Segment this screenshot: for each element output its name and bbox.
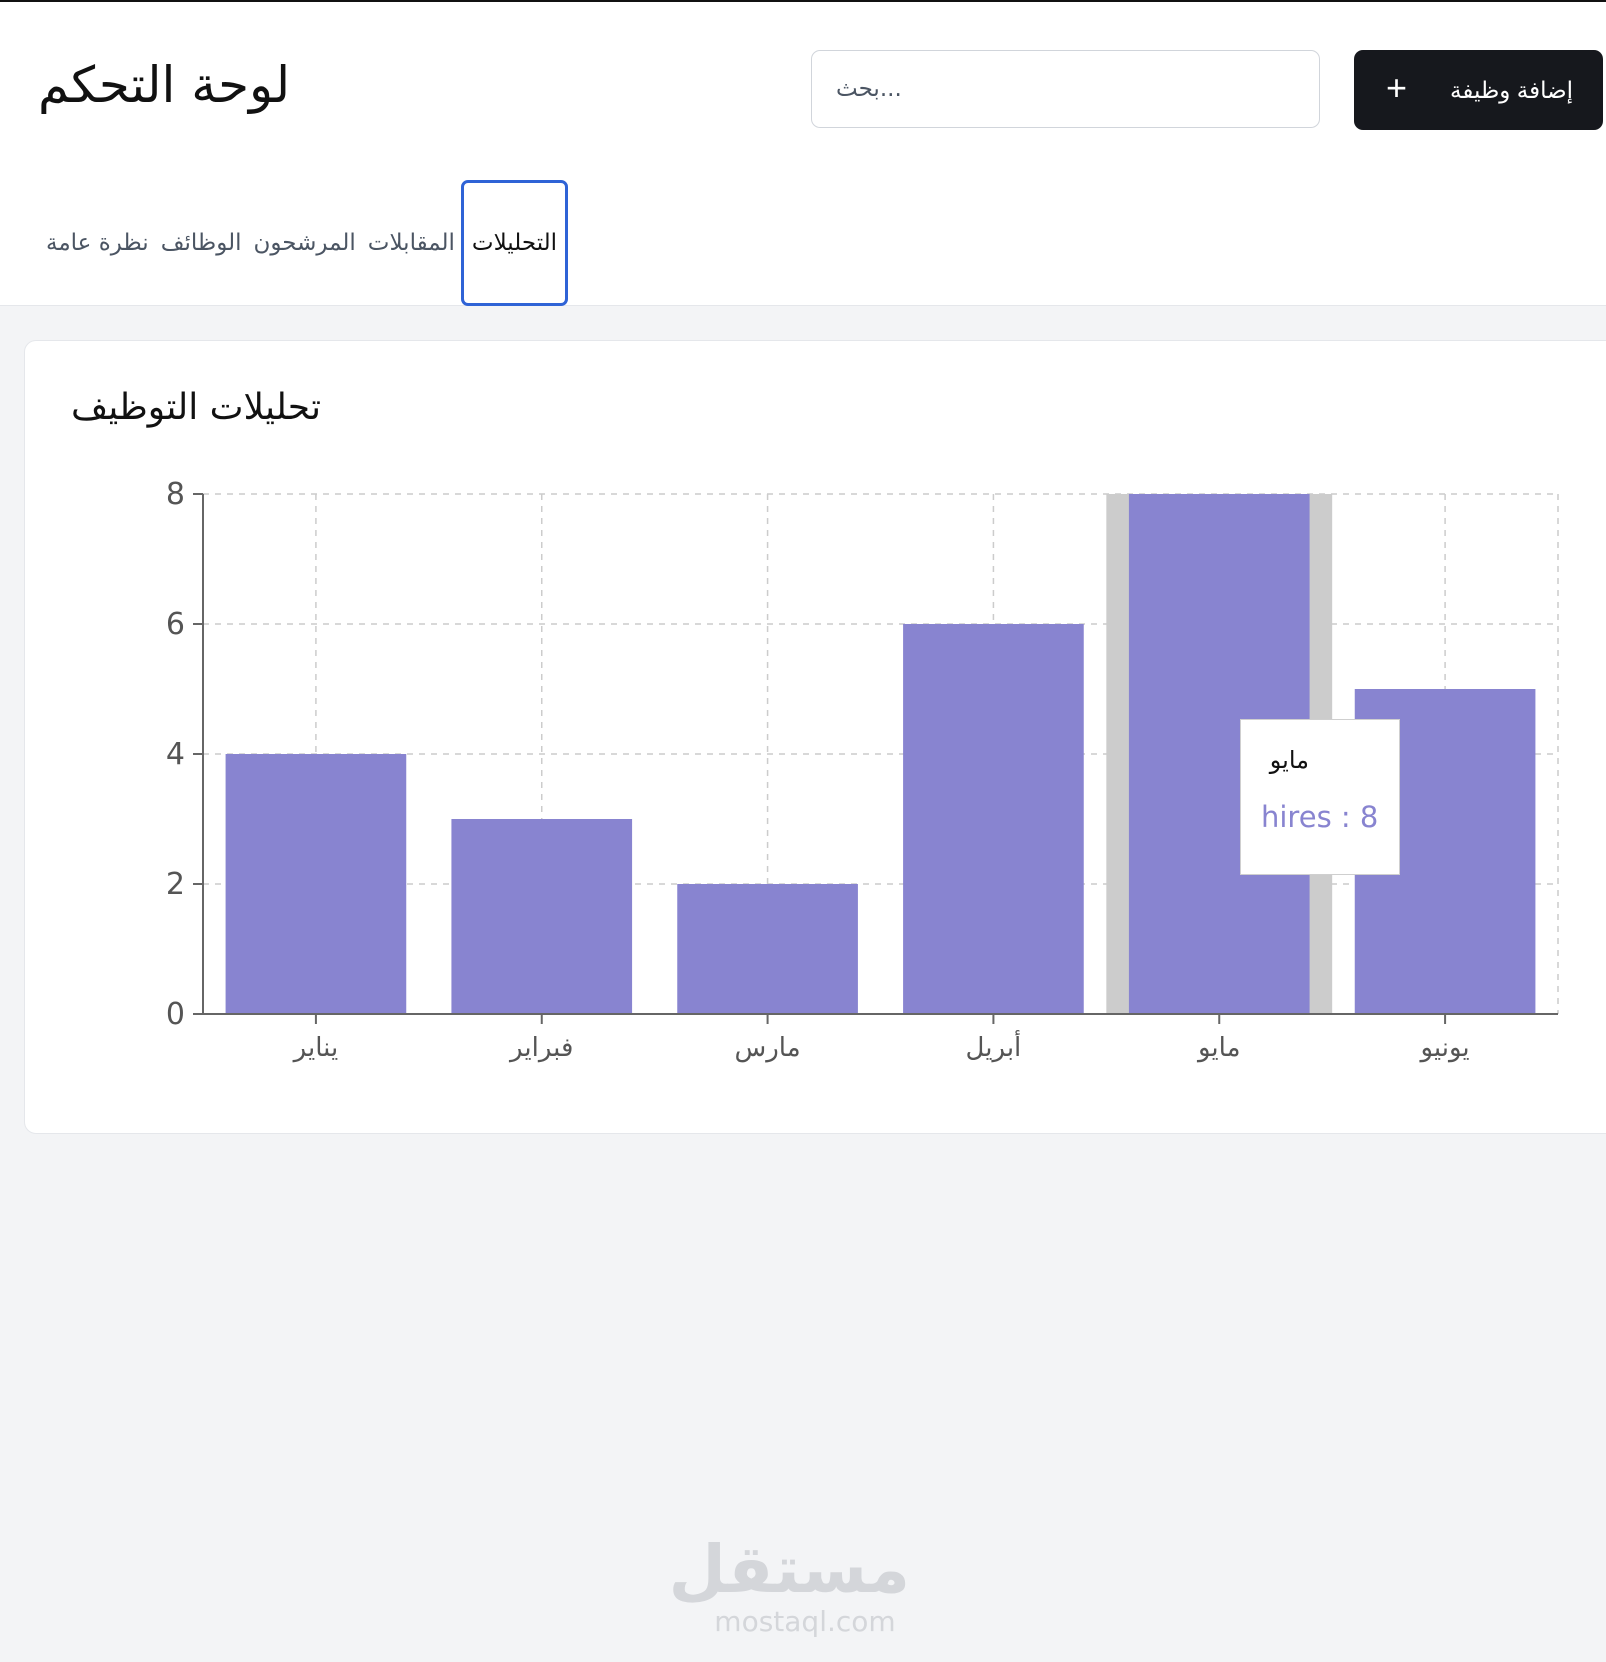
tooltip-label: مايو [1269,746,1309,774]
hires-bar-chart: 0 2 4 6 8 يناير فبراير مارس أبريل مايو يونيو [166,477,1559,1063]
x-tick-label: يناير [292,1033,339,1063]
y-tick-label: 0 [166,997,185,1032]
y-tick-label: 4 [166,737,185,772]
x-tick-label: مارس [735,1033,801,1063]
x-tick-label: فبراير [508,1033,573,1063]
bar [225,754,407,1014]
chart-tooltip: مايو hires : 8 [1240,719,1400,875]
watermark-url: mostaql.com [714,1605,896,1638]
y-tick-label: 8 [166,477,185,512]
x-tick-label: أبريل [966,1029,1022,1063]
y-tick-label: 2 [166,867,185,902]
watermark-logo: مستقل [668,1531,910,1608]
watermark: مستقل mostaql.com [668,1531,910,1639]
x-tick-label: مايو [1196,1033,1241,1063]
bar [903,624,1084,1014]
x-tick-label: يونيو [1418,1033,1469,1063]
bar [451,819,633,1014]
bar [677,884,858,1014]
y-tick-label: 6 [166,607,185,642]
tooltip-value: hires : 8 [1261,800,1379,834]
